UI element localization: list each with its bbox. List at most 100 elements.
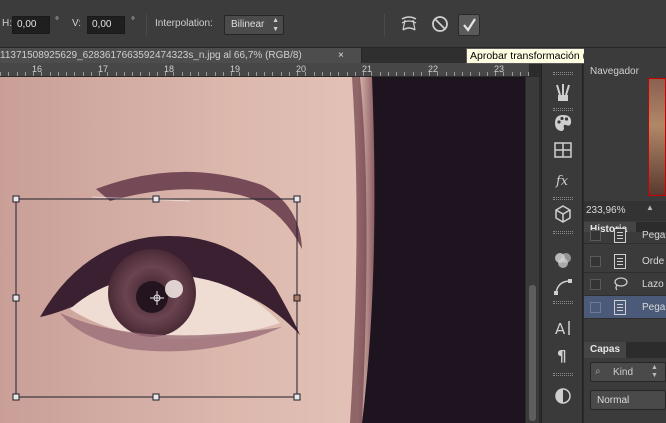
blend-mode-value: Normal (597, 395, 630, 406)
history-item-selected[interactable]: Pega (584, 296, 666, 319)
navigator-preview[interactable] (648, 78, 666, 196)
separator (146, 14, 147, 36)
ruler-tick (239, 72, 240, 76)
ruler-tick (173, 72, 174, 76)
commit-transform-icon[interactable] (458, 14, 480, 36)
svg-text:¶: ¶ (557, 347, 567, 365)
dock-grip[interactable] (553, 197, 573, 200)
zoom-value[interactable]: 233,96% (586, 205, 625, 216)
h-skew-input[interactable]: 0,00 (12, 16, 50, 34)
ruler-tick (338, 72, 339, 76)
ruler-tick (396, 72, 397, 76)
filter-kind-label: Kind (613, 367, 634, 378)
ruler-tick (355, 72, 356, 76)
history-item[interactable]: Pega (584, 228, 666, 244)
ruler-tick (479, 72, 480, 76)
ruler-tick (140, 72, 141, 76)
ruler-tick (413, 72, 414, 76)
ruler-tick (198, 72, 199, 76)
history-source-checkbox[interactable] (590, 256, 601, 267)
ruler-tick (58, 72, 59, 76)
ruler-tick (454, 72, 455, 76)
image-canvas[interactable] (0, 77, 525, 423)
panel-dock: fx A ¶ (541, 63, 583, 423)
history-brush-icon[interactable] (552, 82, 574, 104)
blend-mode-select[interactable]: Normal (590, 390, 666, 410)
v-skew-input[interactable]: 0,00 (87, 16, 125, 34)
ruler-tick (91, 72, 92, 76)
history-source-checkbox[interactable] (590, 279, 601, 290)
search-icon: ⌕ (595, 366, 601, 377)
history-source-checkbox[interactable] (590, 302, 601, 313)
ruler-tick (520, 72, 521, 76)
ruler-tick (248, 72, 249, 76)
svg-text:A: A (555, 320, 566, 338)
history-item[interactable]: Orde (584, 250, 666, 273)
ruler-tick (0, 72, 1, 76)
document-tab[interactable]: 11371508925629_6283617663592474323s_n.jp… (0, 48, 362, 63)
adjustments-icon[interactable] (552, 385, 574, 407)
ruler-tick (215, 72, 216, 76)
v-unit: ° (131, 16, 135, 27)
character-text-icon[interactable]: A (552, 317, 574, 339)
styles-fx-icon[interactable]: fx (552, 169, 574, 191)
ruler-tick (305, 72, 306, 76)
history-item[interactable]: Lazo (584, 273, 666, 296)
ruler-tick (272, 72, 273, 76)
ruler-tick (437, 72, 438, 76)
layer-filter-select[interactable]: ⌕ Kind ▲ ▼ (590, 362, 666, 382)
ruler-tick (429, 72, 430, 76)
warp-mode-icon[interactable] (399, 14, 419, 34)
h-label: H: (2, 18, 12, 29)
ruler-tick (388, 72, 389, 76)
ruler-tick (314, 72, 315, 76)
interpolation-select[interactable]: Bilinear ▲ ▼ (224, 15, 284, 35)
history-source-checkbox[interactable] (590, 230, 601, 241)
ruler-tick (404, 72, 405, 76)
history-item-label: Pega (642, 302, 666, 313)
ruler-tick (50, 72, 51, 76)
ruler-tick (206, 72, 207, 76)
ruler-tick (157, 72, 158, 76)
h-unit: ° (55, 16, 59, 27)
horizontal-ruler: 16 17 18 19 20 21 22 23 (0, 63, 529, 77)
dock-grip[interactable] (553, 231, 573, 234)
dock-grip[interactable] (553, 301, 573, 304)
tab-layers[interactable]: Capas (584, 342, 626, 358)
ruler-tick (446, 72, 447, 76)
interpolation-label: Interpolation: (155, 18, 213, 29)
ruler-tick (289, 72, 290, 76)
ruler-tick (322, 72, 323, 76)
scrollbar-thumb[interactable] (529, 285, 536, 421)
photo-eye (0, 77, 525, 423)
ruler-tick (503, 72, 504, 76)
3d-cube-icon[interactable] (552, 203, 574, 225)
dock-grip[interactable] (553, 108, 573, 111)
separator (384, 14, 385, 36)
ruler-tick (149, 72, 150, 76)
channels-icon[interactable] (552, 249, 574, 271)
vertical-scrollbar[interactable] (525, 77, 539, 423)
cancel-transform-icon[interactable] (430, 14, 450, 34)
v-label: V: (72, 18, 82, 29)
palette-icon[interactable] (552, 112, 574, 134)
ruler-tick (231, 72, 232, 76)
paths-icon[interactable] (552, 276, 574, 298)
options-bar: H: 0,00 ° V: 0,00 ° Interpolation: Bilin… (0, 0, 666, 48)
ruler-tick (371, 72, 372, 76)
ruler-tick (264, 72, 265, 76)
ruler-tick (66, 72, 67, 76)
ruler-tick (330, 72, 331, 76)
zoom-out-icon[interactable]: ▲ (646, 203, 654, 212)
close-tab-icon[interactable]: × (338, 48, 344, 63)
history-doc-icon (614, 228, 626, 243)
paragraph-icon[interactable]: ¶ (552, 344, 574, 366)
dock-grip[interactable] (553, 72, 573, 75)
ruler-tick (256, 72, 257, 76)
swatches-grid-icon[interactable] (552, 139, 574, 161)
ruler-tick (347, 72, 348, 76)
dock-grip[interactable] (553, 373, 573, 376)
ruler-tick (25, 72, 26, 76)
ruler-tick (512, 72, 513, 76)
ruler-tick (182, 72, 183, 76)
